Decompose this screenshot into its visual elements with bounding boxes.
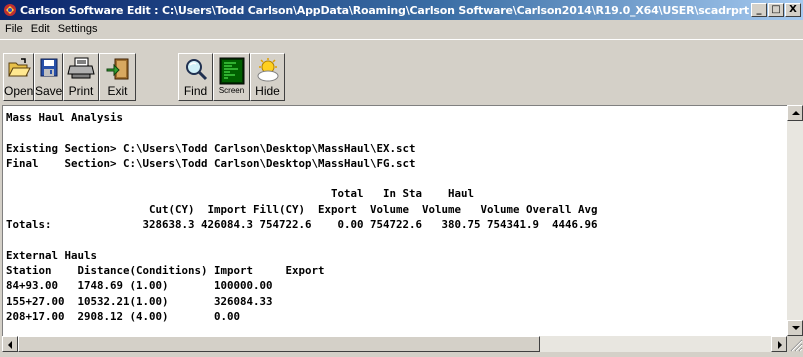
- window-title: Carlson Software Edit : C:\Users\Todd Ca…: [20, 3, 750, 17]
- find-button[interactable]: Find: [178, 53, 213, 101]
- save-button[interactable]: Save: [34, 53, 63, 101]
- menu-bar: File Edit Settings: [0, 20, 803, 39]
- report-line: Final Section> C:\Users\Todd Carlson\Des…: [6, 156, 416, 170]
- horizontal-scroll-thumb[interactable]: [18, 336, 540, 352]
- screen-button[interactable]: Screen: [213, 53, 250, 101]
- menu-edit[interactable]: Edit: [27, 20, 54, 39]
- report-line: External Hauls: [6, 248, 98, 262]
- hide-button[interactable]: Hide: [250, 53, 285, 101]
- exit-door-icon: [106, 58, 128, 80]
- floppy-disk-icon: [40, 58, 57, 77]
- printer-icon: [67, 57, 95, 79]
- exit-button-label: Exit: [107, 84, 128, 98]
- caption-buttons: _ □ X: [750, 3, 801, 17]
- report-text-area[interactable]: Mass Haul Analysis Existing Section> C:\U…: [2, 105, 787, 336]
- open-button[interactable]: Open: [3, 53, 34, 101]
- scroll-left-button[interactable]: [2, 336, 18, 352]
- report-line: 84+93.00 1748.69 (1.00) 100000.00: [6, 279, 273, 293]
- terminal-screen-icon: [219, 57, 244, 85]
- report-line: Cut(CY) Import Fill(CY) Export Volume Vo…: [6, 202, 598, 216]
- report-line: Existing Section> C:\Users\Todd Carlson\…: [6, 141, 416, 155]
- folder-open-icon: [7, 58, 31, 77]
- report-line: 208+17.00 2908.12 (4.00) 0.00: [6, 309, 241, 323]
- editor-window: Carlson Software Edit : C:\Users\Todd Ca…: [0, 0, 803, 352]
- size-grip[interactable]: [787, 336, 803, 352]
- report-line: Mass Haul Analysis: [6, 111, 124, 124]
- find-button-label: Find: [183, 84, 208, 98]
- report-line: Station Distance(Conditions) Import Expo…: [6, 263, 325, 277]
- sun-cloud-icon: [257, 58, 278, 82]
- report-line: [6, 171, 787, 186]
- menu-settings[interactable]: Settings: [54, 20, 102, 39]
- scroll-up-button[interactable]: [787, 105, 803, 121]
- maximize-button[interactable]: □: [768, 3, 784, 17]
- report-content: Mass Haul Analysis Existing Section> C:\U…: [3, 106, 787, 324]
- print-button[interactable]: Print: [63, 53, 99, 101]
- scroll-right-button[interactable]: [771, 336, 787, 352]
- print-button-label: Print: [68, 84, 94, 98]
- title-bar[interactable]: Carlson Software Edit : C:\Users\Todd Ca…: [0, 0, 803, 20]
- report-line: Total In Sta Haul: [6, 187, 475, 201]
- screen-button-label: Screen: [218, 86, 245, 95]
- hide-button-label: Hide: [255, 84, 280, 98]
- vertical-scrollbar[interactable]: [787, 105, 803, 336]
- resize-grip-icon: [790, 339, 803, 352]
- minimize-button[interactable]: _: [751, 3, 767, 17]
- horizontal-scrollbar[interactable]: [2, 336, 787, 352]
- open-button-label: Open: [4, 84, 34, 98]
- arrow-down-icon: [792, 326, 800, 330]
- carlson-app-icon: [4, 4, 16, 16]
- toolbar: Open Save Print Exit Find Screen Hide: [0, 39, 803, 105]
- menu-file[interactable]: File: [0, 20, 27, 39]
- arrow-up-icon: [792, 111, 800, 115]
- save-button-label: Save: [35, 84, 63, 98]
- report-line: [6, 232, 787, 247]
- report-line: Totals: 328638.3 426084.3 754722.6 0.00 …: [6, 218, 598, 232]
- report-line: [6, 125, 787, 140]
- arrow-left-icon: [8, 341, 12, 349]
- magnifier-icon: [185, 59, 207, 81]
- scroll-down-button[interactable]: [787, 320, 803, 336]
- exit-button[interactable]: Exit: [99, 53, 136, 101]
- report-line: 155+27.00 10532.21(1.00) 326084.33: [6, 294, 273, 308]
- arrow-right-icon: [778, 341, 782, 349]
- close-button[interactable]: X: [785, 3, 801, 17]
